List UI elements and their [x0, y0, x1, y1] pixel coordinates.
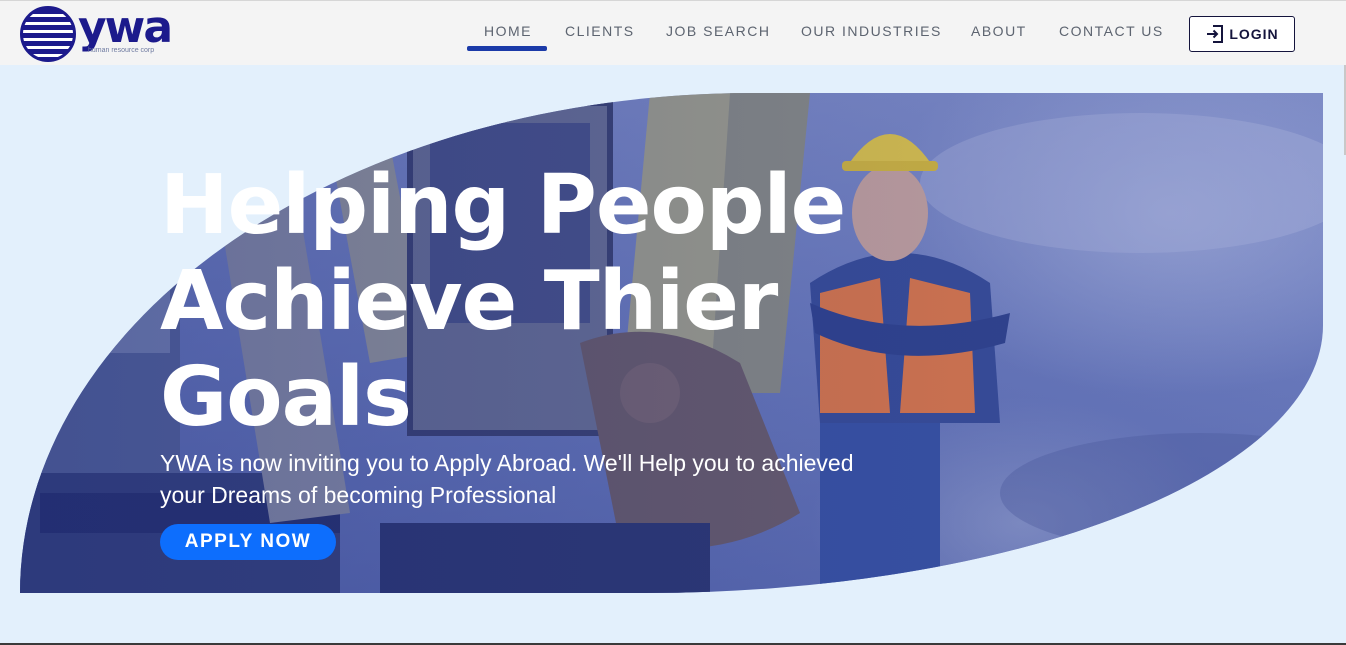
hero-title-line: Achieve Thier	[160, 254, 778, 349]
hero-title-line: Goals	[160, 350, 412, 445]
hero-title-line: Helping People	[160, 158, 846, 253]
logo-text: ywa human resource corp	[78, 2, 178, 62]
apply-now-button[interactable]: APPLY NOW	[160, 524, 336, 560]
hero-subtitle-line: your Dreams of becoming Professional	[160, 482, 557, 508]
nav-about[interactable]: ABOUT	[971, 23, 1027, 45]
logo-tagline: human resource corp	[88, 47, 155, 54]
nav-clients[interactable]: CLIENTS	[565, 23, 635, 45]
ywa-logo[interactable]: ywa human resource corp	[20, 2, 180, 62]
top-navbar: ywa human resource corp HOME CLIENTS JOB…	[0, 0, 1346, 65]
hero-title: Helping People Achieve Thier Goals	[160, 158, 860, 446]
nav-contact-us[interactable]: CONTACT US	[1059, 23, 1164, 45]
login-icon	[1207, 25, 1224, 43]
globe-logo-icon	[20, 6, 76, 62]
nav-home[interactable]: HOME	[484, 23, 532, 45]
hero-subtitle: YWA is now inviting you to Apply Abroad.…	[160, 447, 920, 511]
login-button[interactable]: LOGIN	[1189, 16, 1295, 52]
hero-subtitle-line: YWA is now inviting you to Apply Abroad.…	[160, 450, 854, 476]
nav-active-indicator	[467, 46, 547, 51]
login-label: LOGIN	[1229, 26, 1279, 42]
nav-our-industries[interactable]: OUR INDUSTRIES	[801, 23, 942, 45]
nav-job-search[interactable]: JOB SEARCH	[666, 23, 770, 45]
